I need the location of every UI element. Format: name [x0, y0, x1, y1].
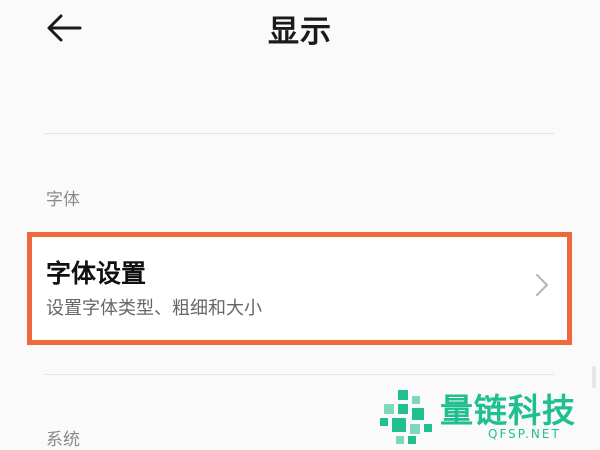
- watermark-url: QFSP.NET: [488, 427, 561, 441]
- section-header-system: 系统: [46, 430, 80, 450]
- divider: [44, 133, 554, 134]
- watermark: 量链科技 QFSP.NET: [378, 382, 600, 450]
- chevron-right-icon: [536, 274, 548, 296]
- divider: [44, 374, 554, 375]
- page-title: 显示: [268, 14, 332, 50]
- watermark-name: 量链科技: [440, 391, 576, 430]
- display-settings-page: 显示 字体 字体设置 设置字体类型、粗细和大小 系统 量链科技 QFSP.NET: [0, 0, 600, 450]
- font-settings-title: 字体设置: [46, 259, 147, 288]
- brand-logo-icon: [380, 390, 432, 444]
- section-header-font: 字体: [46, 190, 80, 210]
- font-settings-subtitle: 设置字体类型、粗细和大小: [46, 298, 262, 319]
- font-settings-item[interactable]: 字体设置 设置字体类型、粗细和大小: [27, 232, 572, 345]
